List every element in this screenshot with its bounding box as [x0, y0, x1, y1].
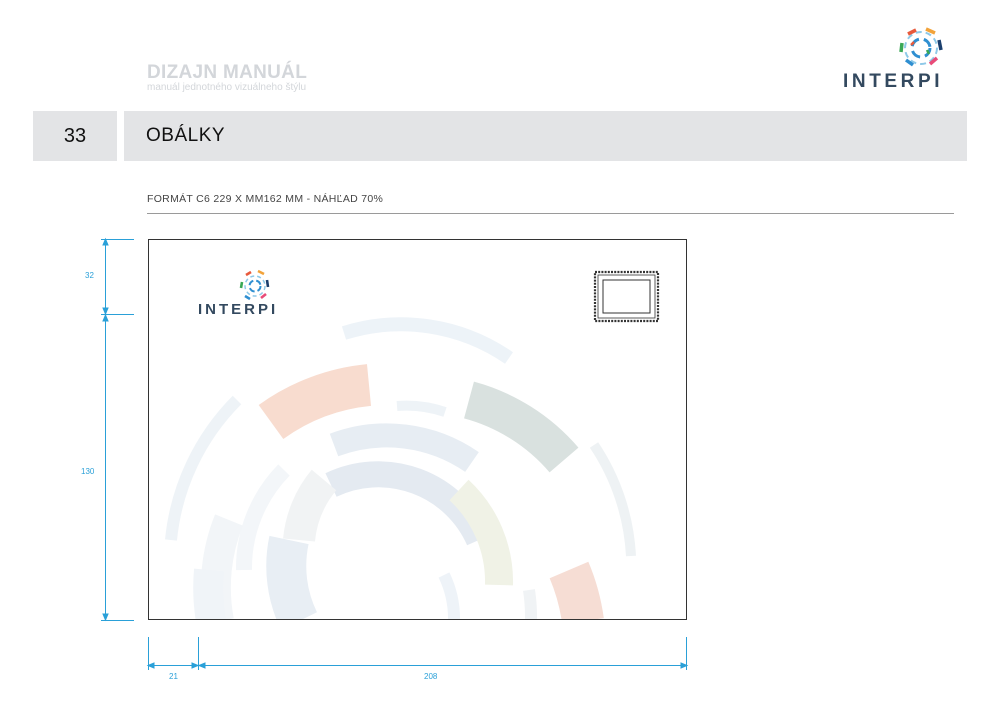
dimension-height: 130 — [81, 467, 95, 476]
dimension-top-margin: 32 — [85, 271, 94, 280]
dimension-left-margin: 21 — [169, 672, 178, 681]
dimension-lines — [101, 237, 689, 670]
dimension-width: 208 — [424, 672, 438, 681]
